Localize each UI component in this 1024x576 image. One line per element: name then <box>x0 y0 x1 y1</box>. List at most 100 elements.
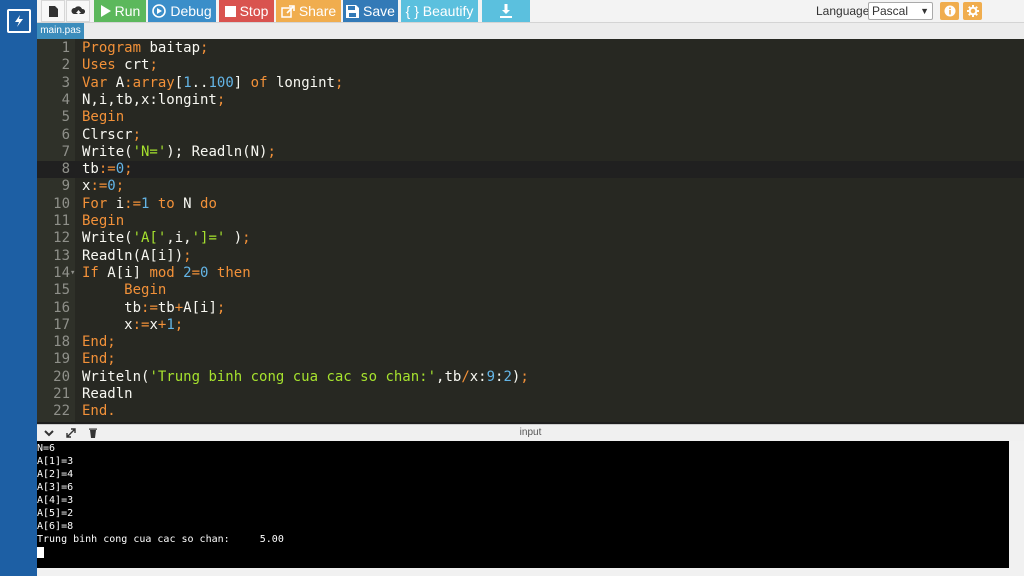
code-line[interactable]: 14 ▾ If A[i] mod 2=0 then <box>37 265 1024 282</box>
code-token: ; <box>216 299 226 316</box>
code-line[interactable]: 8 tb:=0; <box>37 161 1024 179</box>
code-line[interactable]: 21 Readln <box>37 386 1024 403</box>
code-line[interactable]: 10 For i:=1 to N do <box>37 196 1024 213</box>
code-token: tb <box>82 299 142 316</box>
code-token: 100 <box>208 74 234 91</box>
line-number: 2 <box>61 57 70 74</box>
console-input-line[interactable] <box>37 546 1009 559</box>
code-text: Readln(A[i]); <box>82 248 192 265</box>
info-button[interactable] <box>940 2 959 20</box>
code-line[interactable]: 7 Write('N='); Readln(N); <box>37 144 1024 161</box>
code-token: ; <box>149 57 158 74</box>
debug-button[interactable]: Debug <box>148 0 216 22</box>
code-text: Write('A[',i,']=' ); <box>82 230 251 247</box>
code-line[interactable]: 9 x:=0; <box>37 178 1024 195</box>
stop-button[interactable]: Stop <box>219 0 274 22</box>
code-line[interactable]: 19 End; <box>37 351 1024 368</box>
code-token: tb <box>157 299 175 316</box>
code-token: Write( <box>82 143 133 160</box>
code-token: 0 <box>115 161 125 178</box>
code-token: Readln(A[i]) <box>82 247 184 264</box>
line-number: 3 <box>61 74 70 91</box>
line-number: 7 <box>61 143 70 160</box>
code-token: longint <box>275 74 335 91</box>
code-line[interactable]: 1 Program baitap; <box>37 40 1024 57</box>
settings-button[interactable] <box>963 2 982 20</box>
code-line[interactable]: 18 End; <box>37 334 1024 351</box>
code-line[interactable]: 15 Begin <box>37 282 1024 299</box>
console-output-line: Trung binh cong cua cac so chan: 5.00 <box>37 534 284 545</box>
code-token: ; <box>183 247 192 264</box>
console-scrollbar[interactable] <box>1009 441 1024 568</box>
console-output-line: A[5]=2 <box>37 508 74 519</box>
code-line[interactable]: 13 Readln(A[i]); <box>37 248 1024 265</box>
code-line[interactable]: 4 N,i,tb,x:longint; <box>37 92 1024 109</box>
code-line[interactable]: 11 Begin <box>37 213 1024 230</box>
code-text: Uses crt; <box>82 57 158 74</box>
code-line[interactable]: 16 tb:=tb+A[i]; <box>37 300 1024 317</box>
line-number: 1 <box>61 40 70 56</box>
share-button[interactable]: Share <box>276 0 341 22</box>
code-token: 1 <box>183 74 192 91</box>
output-console[interactable]: N=6 A[1]=3 A[2]=4 A[3]=6 A[4]=3 A[5]=2 A[6]=8 T… <box>37 441 1009 568</box>
code-text: x:=x+1; <box>82 317 183 334</box>
save-button[interactable]: Save <box>343 0 398 22</box>
code-token: := <box>124 195 142 212</box>
code-line[interactable]: 2 Uses crt; <box>37 57 1024 74</box>
fold-arrow-icon[interactable]: ▾ <box>70 265 76 282</box>
code-text: Write('N='); Readln(N); <box>82 144 276 161</box>
code-token: End <box>82 351 108 368</box>
language-select[interactable]: Pascal ▼ <box>868 2 933 20</box>
code-token: ; <box>520 368 529 385</box>
code-line[interactable]: 17 x:=x+1; <box>37 317 1024 334</box>
code-token: ] <box>233 74 251 91</box>
code-token: i <box>115 195 125 212</box>
code-line[interactable]: 5 Begin <box>37 109 1024 126</box>
code-token: ; <box>242 230 251 247</box>
upload-button[interactable] <box>66 0 90 22</box>
code-token: do <box>200 195 217 212</box>
new-file-button[interactable] <box>41 0 65 22</box>
console-output-line: A[3]=6 <box>37 482 74 493</box>
code-token: ; <box>124 161 133 178</box>
code-token: N <box>183 195 201 212</box>
code-line[interactable]: 22 End. <box>37 403 1024 420</box>
code-token: If <box>82 264 108 281</box>
tab-main-pas[interactable]: main.pas <box>37 23 84 39</box>
code-line[interactable]: 6 Clrscr; <box>37 127 1024 144</box>
download-button[interactable] <box>482 0 530 22</box>
run-button[interactable]: Run <box>94 0 146 22</box>
code-line[interactable]: 12 Write('A[',i,']=' ); <box>37 230 1024 247</box>
code-text: tb:=0; <box>82 161 133 178</box>
code-text: tb:=tb+A[i]; <box>82 300 225 317</box>
code-text: Var A:array[1..100] of longint; <box>82 75 343 92</box>
code-token: Write( <box>82 230 133 247</box>
code-token: to <box>149 195 184 212</box>
code-token: Program <box>82 40 150 56</box>
logo-icon[interactable] <box>7 9 31 33</box>
code-text: End; <box>82 351 116 368</box>
code-token: baitap <box>149 40 201 56</box>
code-token: crt <box>124 57 150 74</box>
code-token: End <box>82 334 108 351</box>
code-text: Clrscr; <box>82 127 141 144</box>
code-token: Uses <box>82 57 125 74</box>
beautify-button[interactable]: { } Beautify <box>401 0 478 22</box>
code-token: ) <box>225 230 243 247</box>
console-output-line: A[4]=3 <box>37 495 74 506</box>
code-editor[interactable]: 1 Program baitap; 2 Uses crt; 3 Var A:array[1… <box>37 39 1024 422</box>
code-token: End. <box>82 403 116 420</box>
line-number: 6 <box>61 126 70 143</box>
code-line[interactable]: 20 Writeln('Trung binh cong cua cac so ch… <box>37 369 1024 386</box>
line-number: 5 <box>61 109 70 126</box>
code-token: of <box>250 74 276 91</box>
code-text: Writeln('Trung binh cong cua cac so chan… <box>82 369 529 386</box>
code-token: A[i] <box>107 264 150 281</box>
code-token: ,tb <box>436 368 462 385</box>
code-token: then <box>208 264 251 281</box>
code-token: Begin <box>124 282 167 299</box>
code-line[interactable]: 3 Var A:array[1..100] of longint; <box>37 75 1024 92</box>
code-token: / <box>461 368 470 385</box>
code-token: ']=' <box>191 230 226 247</box>
code-text: Readln <box>82 386 133 403</box>
